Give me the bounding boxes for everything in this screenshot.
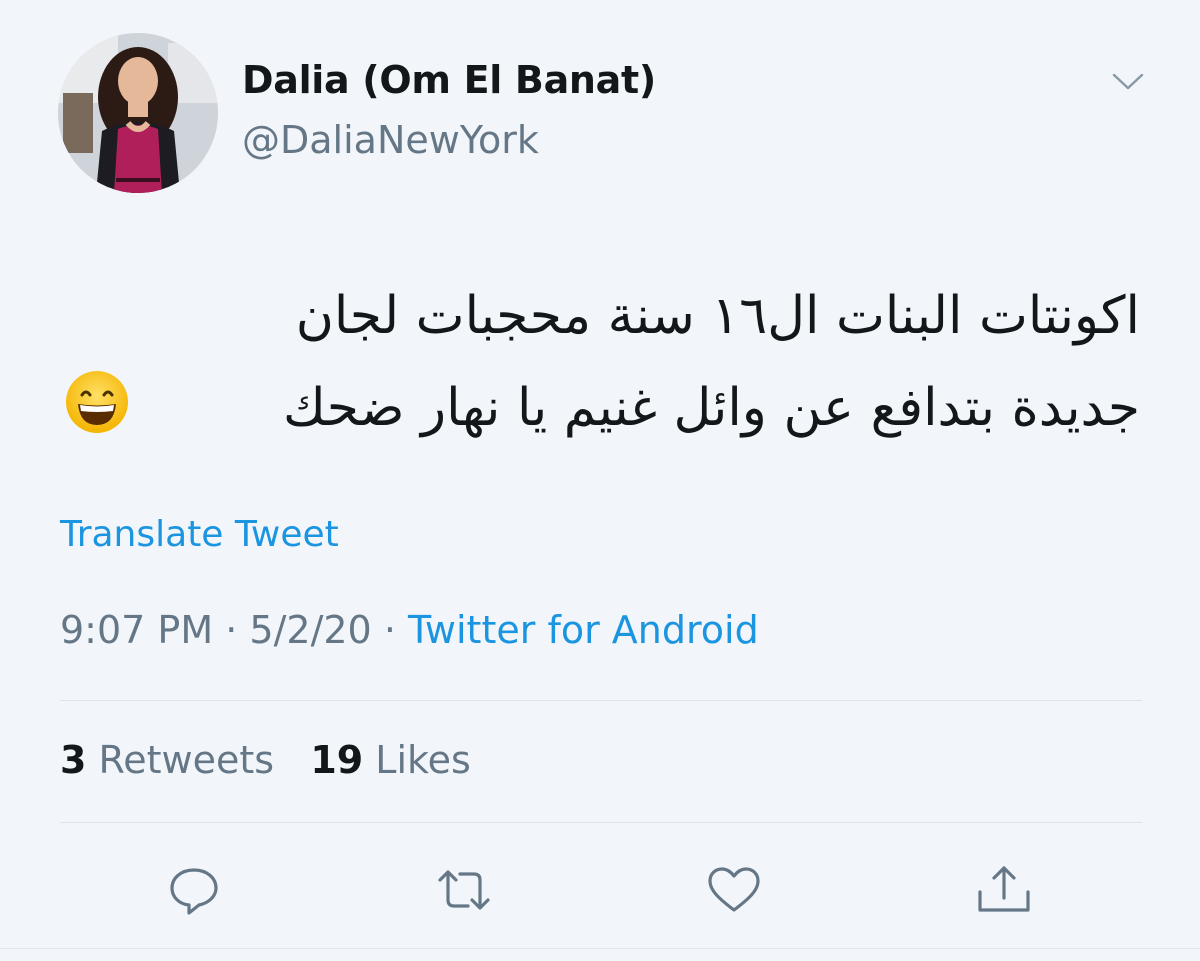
tweet-meta: 9:07 PM · 5/2/20 · Twitter for Android <box>60 608 759 652</box>
tweet-detail: Dalia (Om El Banat) @DaliaNewYork اكونتا… <box>0 0 1200 961</box>
tweet-text: اكونتات البنات ال١٦ سنة محجبات لجان جديد… <box>60 270 1140 454</box>
engagement-stats: 3 Retweets 19 Likes <box>60 738 471 782</box>
tweet-source-link[interactable]: Twitter for Android <box>408 608 759 652</box>
retweets-label: Retweets <box>98 738 275 782</box>
likes-label: Likes <box>375 738 471 782</box>
tweet-date[interactable]: 5/2/20 <box>249 608 371 652</box>
divider <box>60 700 1142 701</box>
translate-tweet-link[interactable]: Translate Tweet <box>60 514 339 555</box>
retweets-count: 3 <box>60 738 87 782</box>
retweet-arrows-icon <box>438 870 490 910</box>
tweet-time[interactable]: 9:07 PM <box>60 608 213 652</box>
divider <box>60 822 1142 823</box>
retweet-button[interactable] <box>434 862 494 918</box>
share-upload-icon <box>978 866 1030 912</box>
grinning-face-emoji-icon <box>64 369 130 435</box>
chevron-down-icon[interactable] <box>1110 66 1146 96</box>
likes-count: 19 <box>310 738 364 782</box>
speech-bubble-icon <box>170 868 218 915</box>
meta-separator: · <box>225 608 238 652</box>
tweet-text-line: جديدة بتدافع عن وائل غنيم يا نهار ضحك <box>282 378 1140 438</box>
likes-stat[interactable]: 19 Likes <box>310 738 471 782</box>
retweets-stat[interactable]: 3 Retweets <box>60 738 274 782</box>
avatar[interactable] <box>58 33 218 193</box>
divider <box>0 948 1200 949</box>
like-button[interactable] <box>704 862 764 918</box>
reply-button[interactable] <box>164 862 224 918</box>
avatar-photo <box>58 33 218 193</box>
display-name[interactable]: Dalia (Om El Banat) <box>242 58 656 102</box>
meta-separator: · <box>383 608 396 652</box>
heart-icon <box>708 867 760 912</box>
share-button[interactable] <box>974 862 1034 918</box>
user-handle[interactable]: @DaliaNewYork <box>242 118 539 162</box>
tweet-text-line: اكونتات البنات ال١٦ سنة محجبات لجان <box>295 286 1140 346</box>
